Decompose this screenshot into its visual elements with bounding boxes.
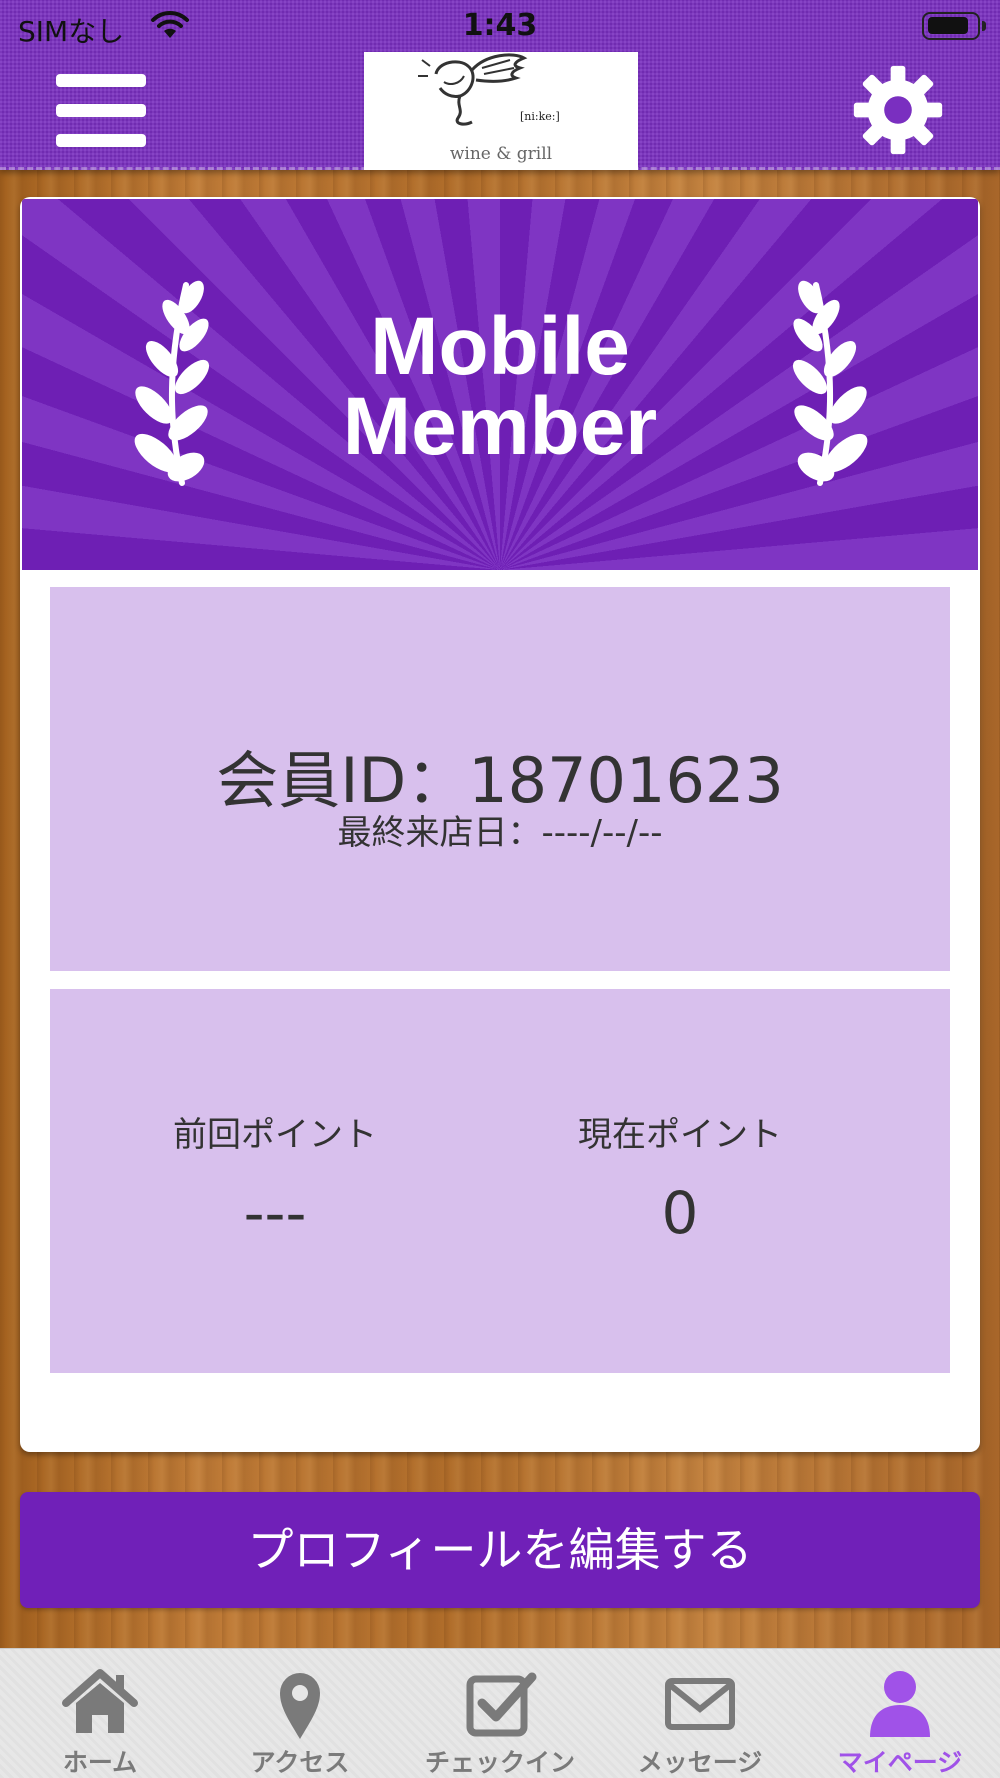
- status-bar: SIMなし 1:43: [0, 0, 1000, 52]
- wine-angel-logo-icon: [418, 53, 528, 126]
- map-pin-icon: [280, 1673, 320, 1739]
- bottom-tab-bar: ホーム アクセス チェックイン メッセージ マイページ: [0, 1648, 1000, 1778]
- tab-message-label: メッセージ: [637, 1748, 763, 1777]
- previous-points-label: 前回ポイント: [173, 1115, 377, 1155]
- tab-mypage-label: マイページ: [837, 1748, 963, 1777]
- current-points-label: 現在ポイント: [578, 1115, 782, 1155]
- member-card: Mobile Member 会員ID：18701623 最終来店日：----/-…: [20, 197, 980, 1452]
- status-time: 1:43: [462, 8, 538, 43]
- user-icon: [870, 1671, 930, 1737]
- battery-tip: [982, 21, 986, 31]
- member-info-box: 会員ID：18701623 最終来店日：----/--/--: [50, 587, 950, 971]
- current-points-value: 0: [661, 1179, 699, 1247]
- tab-checkin[interactable]: チェックイン: [400, 1649, 600, 1778]
- edit-profile-button[interactable]: プロフィールを編集する: [20, 1492, 980, 1608]
- points-box: 前回ポイント --- 現在ポイント 0: [50, 989, 950, 1373]
- previous-points-value: ---: [243, 1179, 307, 1247]
- tab-message[interactable]: メッセージ: [600, 1649, 800, 1778]
- logo-small-text: [ni:ke:]: [520, 110, 560, 123]
- mobile-member-banner: Mobile Member: [22, 199, 978, 570]
- tab-home[interactable]: ホーム: [0, 1649, 200, 1778]
- gear-icon[interactable]: [852, 64, 944, 156]
- app-header: SIMなし 1:43 [ni:ke:] wine & grill: [0, 0, 1000, 170]
- tab-home-label: ホーム: [62, 1748, 138, 1777]
- tab-access-label: アクセス: [250, 1748, 350, 1777]
- restaurant-logo: [ni:ke:] wine & grill: [364, 52, 638, 170]
- laurel-right-icon: [792, 280, 868, 486]
- last-visit-date: 最終来店日：----/--/--: [337, 813, 663, 853]
- logo-tagline: wine & grill: [449, 144, 553, 164]
- battery-icon: [922, 12, 980, 40]
- tab-checkin-label: チェックイン: [424, 1748, 575, 1777]
- hamburger-menu-button[interactable]: [56, 72, 146, 150]
- envelope-icon: [665, 1678, 735, 1730]
- tab-mypage[interactable]: マイページ: [800, 1649, 1000, 1778]
- checkbox-icon: [466, 1672, 537, 1737]
- tab-access[interactable]: アクセス: [200, 1649, 400, 1778]
- home-icon: [62, 1669, 138, 1733]
